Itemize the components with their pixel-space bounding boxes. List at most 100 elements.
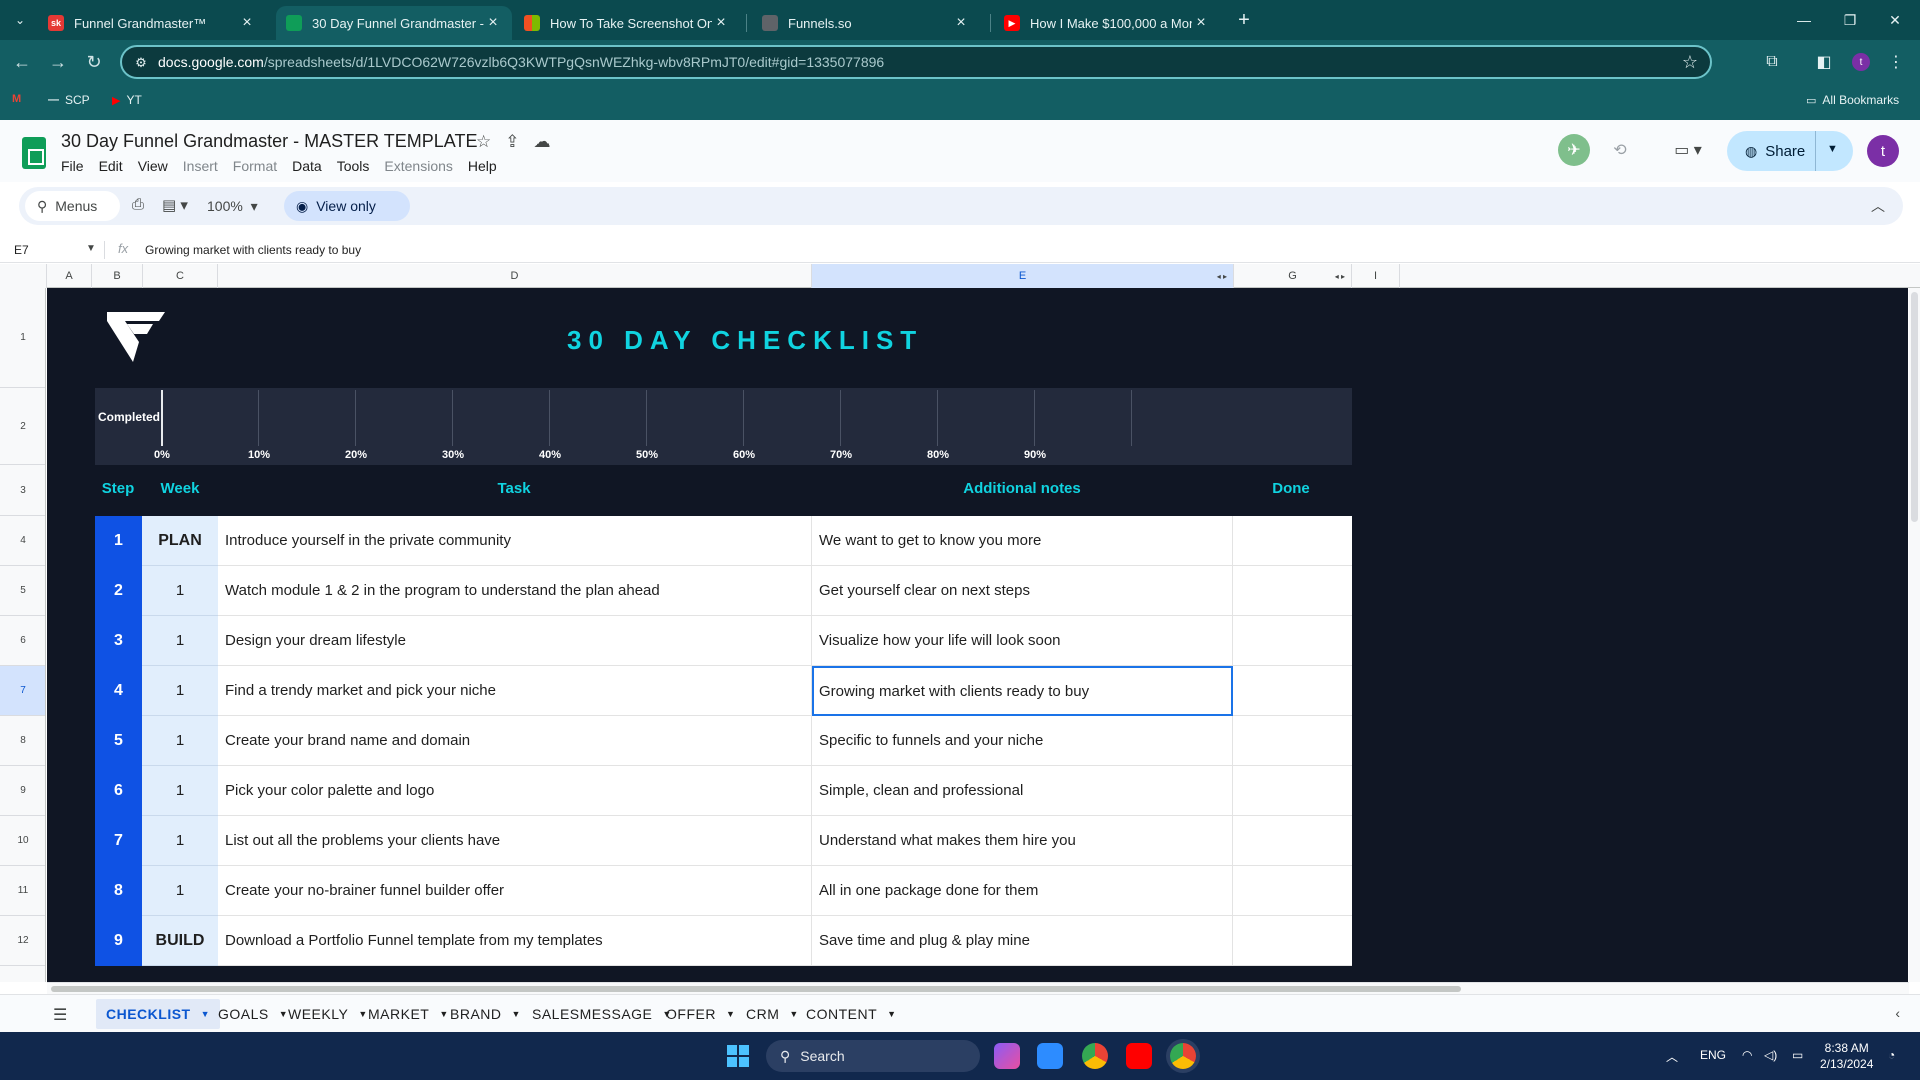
- task-cell[interactable]: Download a Portfolio Funnel template fro…: [218, 916, 812, 966]
- side-panel-icon[interactable]: ◧: [1812, 50, 1836, 74]
- minimize-window-icon[interactable]: —: [1789, 8, 1819, 32]
- done-cell[interactable]: [1233, 616, 1352, 666]
- done-cell[interactable]: [1233, 566, 1352, 616]
- hidden-column-arrows-icon[interactable]: ◂ ▸: [1217, 272, 1227, 281]
- reload-icon[interactable]: ↻: [82, 50, 106, 74]
- chevron-down-icon[interactable]: ▼: [512, 1009, 521, 1019]
- menu-insert[interactable]: Insert: [183, 158, 218, 174]
- menu-data[interactable]: Data: [292, 158, 322, 174]
- menu-edit[interactable]: Edit: [99, 158, 123, 174]
- menu-view[interactable]: View: [138, 158, 168, 174]
- row-header-3[interactable]: 3: [0, 465, 45, 516]
- done-cell[interactable]: [1233, 816, 1352, 866]
- note-cell[interactable]: Understand what makes them hire you: [812, 816, 1233, 866]
- sheet-grid[interactable]: 30 DAY CHECKLIST Completed 0% 10% 20% 30% 40…: [47, 288, 1908, 982]
- taskbar-search-input[interactable]: ⚲ Search: [766, 1040, 980, 1072]
- row-header-6[interactable]: 6: [0, 616, 45, 666]
- forward-arrow-icon[interactable]: →: [46, 50, 70, 74]
- row-header-13[interactable]: [0, 966, 45, 982]
- close-tab-icon[interactable]: ×: [1192, 14, 1210, 32]
- chevron-left-icon[interactable]: ‹: [1895, 1005, 1900, 1021]
- system-clock[interactable]: 8:38 AM 2/13/2024: [1820, 1040, 1873, 1072]
- browser-tab-funnel-grandmaster[interactable]: sk Funnel Grandmaster™ ×: [38, 6, 266, 40]
- task-cell[interactable]: Introduce yourself in the private commun…: [218, 516, 812, 566]
- document-title[interactable]: 30 Day Funnel Grandmaster - MASTER TEMPL…: [61, 131, 477, 152]
- row-header-9[interactable]: 9: [0, 766, 45, 816]
- version-history-icon[interactable]: ⟲: [1604, 134, 1636, 166]
- note-cell[interactable]: Visualize how your life will look soon: [812, 616, 1233, 666]
- step-cell[interactable]: 8: [95, 866, 142, 916]
- battery-icon[interactable]: ▭: [1792, 1048, 1803, 1062]
- view-only-button[interactable]: ◉ View only: [284, 191, 410, 221]
- note-cell[interactable]: Get yourself clear on next steps: [812, 566, 1233, 616]
- done-cell[interactable]: [1233, 716, 1352, 766]
- share-button[interactable]: ◍ Share ▼: [1727, 131, 1853, 171]
- select-all-corner[interactable]: [0, 264, 47, 288]
- browser-tab-sheets-active[interactable]: 30 Day Funnel Grandmaster - M ×: [276, 6, 512, 40]
- chrome-profile-app-icon[interactable]: [1170, 1043, 1196, 1069]
- search-menus-input[interactable]: ⚲ Menus: [25, 191, 120, 221]
- note-cell[interactable]: Simple, clean and professional: [812, 766, 1233, 816]
- done-cell[interactable]: [1233, 916, 1352, 966]
- back-arrow-icon[interactable]: ←: [10, 50, 34, 74]
- done-cell[interactable]: [1233, 516, 1352, 566]
- step-cell[interactable]: 5: [95, 716, 142, 766]
- meet-video-icon[interactable]: ▭ ▾: [1662, 134, 1714, 166]
- close-tab-icon[interactable]: ×: [484, 14, 502, 32]
- week-cell[interactable]: PLAN: [142, 516, 218, 566]
- name-box-dropdown-icon[interactable]: ▼: [86, 243, 96, 254]
- tab-search-button[interactable]: ⌄: [8, 8, 32, 32]
- browser-tab-screenshot[interactable]: How To Take Screenshot On Wi ×: [514, 6, 740, 40]
- close-window-icon[interactable]: ✕: [1880, 8, 1910, 32]
- sheet-tab-offer[interactable]: OFFER ▼: [656, 999, 745, 1029]
- week-cell[interactable]: 1: [142, 766, 218, 816]
- week-cell[interactable]: 1: [142, 866, 218, 916]
- more-menu-icon[interactable]: ⋮: [1884, 50, 1908, 74]
- step-cell[interactable]: 1: [95, 516, 142, 566]
- language-indicator[interactable]: ENG: [1700, 1048, 1726, 1062]
- sheets-logo-icon[interactable]: [22, 137, 46, 169]
- horizontal-scrollbar[interactable]: [47, 982, 1909, 994]
- row-header-11[interactable]: 11: [0, 866, 45, 916]
- step-cell[interactable]: 6: [95, 766, 142, 816]
- sheet-tab-checklist[interactable]: CHECKLIST ▼: [96, 999, 221, 1029]
- close-tab-icon[interactable]: ×: [952, 14, 970, 32]
- vertical-scroll-thumb[interactable]: [1911, 292, 1918, 522]
- sheet-tab-content[interactable]: CONTENT ▼: [796, 999, 907, 1029]
- task-cell[interactable]: Watch module 1 & 2 in the program to und…: [218, 566, 812, 616]
- task-cell[interactable]: List out all the problems your clients h…: [218, 816, 812, 866]
- row-header-10[interactable]: 10: [0, 816, 45, 866]
- menu-format[interactable]: Format: [233, 158, 277, 174]
- note-cell[interactable]: Specific to funnels and your niche: [812, 716, 1233, 766]
- chrome-app-icon[interactable]: [1082, 1043, 1108, 1069]
- step-cell[interactable]: 3: [95, 616, 142, 666]
- star-icon[interactable]: ☆: [476, 132, 491, 152]
- menu-tools[interactable]: Tools: [337, 158, 370, 174]
- step-cell[interactable]: 7: [95, 816, 142, 866]
- task-cell[interactable]: Create your brand name and domain: [218, 716, 812, 766]
- print-icon[interactable]: ⎙: [132, 196, 144, 213]
- extensions-puzzle-icon[interactable]: ⧉: [1760, 50, 1784, 74]
- site-settings-icon[interactable]: ⚙: [132, 54, 150, 72]
- row-header-1[interactable]: 1: [0, 288, 45, 388]
- hidden-column-arrows-icon[interactable]: ◂ ▸: [1335, 272, 1345, 281]
- row-header-12[interactable]: 12: [0, 916, 45, 966]
- chevron-up-icon[interactable]: ︿: [1666, 1048, 1678, 1065]
- step-cell[interactable]: 9: [95, 916, 142, 966]
- cloud-status-icon[interactable]: ☁: [534, 132, 551, 152]
- share-dropdown-icon[interactable]: ▼: [1827, 143, 1838, 155]
- week-cell[interactable]: 1: [142, 566, 218, 616]
- bookmark-scp[interactable]: — SCP: [48, 93, 90, 107]
- browser-tab-funnels-so[interactable]: Funnels.so ×: [752, 6, 980, 40]
- clipchamp-app-icon[interactable]: [994, 1043, 1020, 1069]
- chevron-down-icon[interactable]: ▼: [726, 1009, 735, 1019]
- step-cell[interactable]: 4: [95, 666, 142, 716]
- week-cell[interactable]: 1: [142, 616, 218, 666]
- note-cell[interactable]: We want to get to know you more: [812, 516, 1233, 566]
- column-header-d[interactable]: D: [218, 264, 812, 288]
- all-bookmarks-button[interactable]: ▭ All Bookmarks: [1806, 93, 1899, 107]
- close-tab-icon[interactable]: ×: [238, 14, 256, 32]
- name-box[interactable]: E7: [14, 243, 29, 257]
- notification-bell-icon[interactable]: ◔: [1888, 1048, 1895, 1062]
- week-cell[interactable]: BUILD: [142, 916, 218, 966]
